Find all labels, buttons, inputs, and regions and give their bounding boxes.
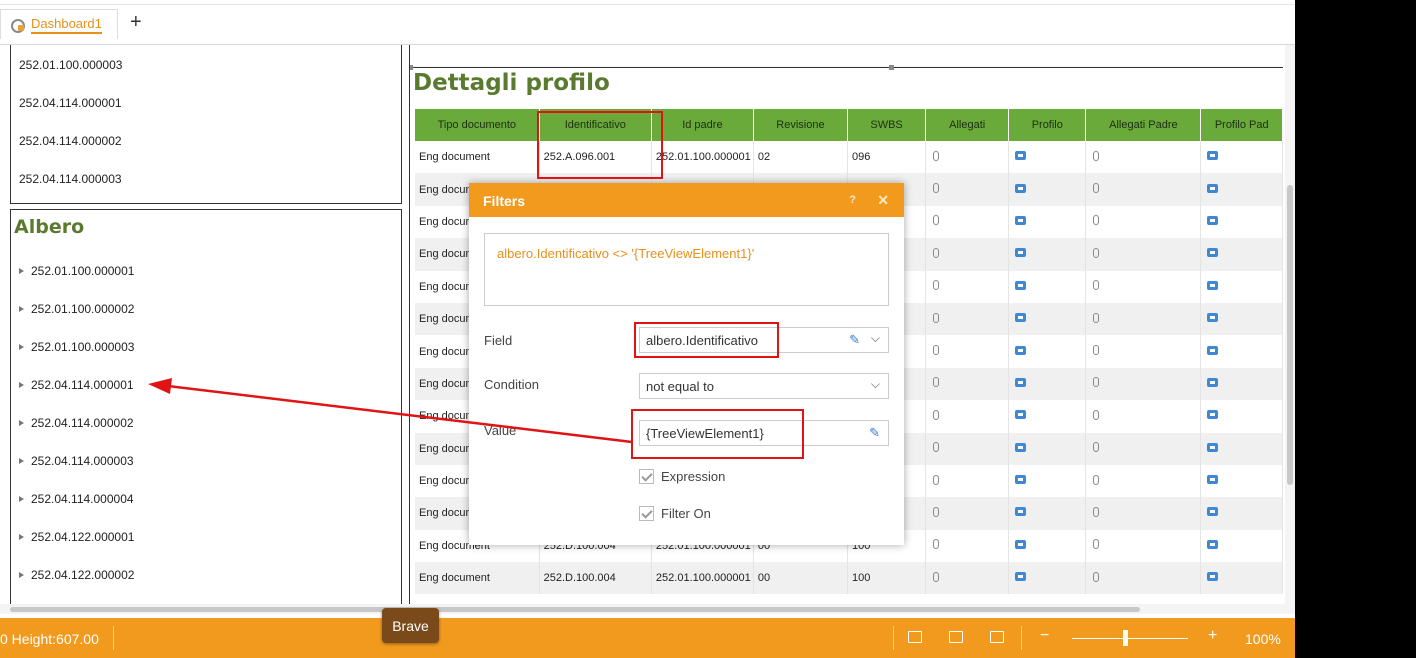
fit-width-icon[interactable]: [908, 631, 922, 643]
divider: [113, 626, 114, 650]
screen-edge: [1295, 0, 1416, 658]
designer-window: Dashboard1 + 252.01.100.000003 252.04.11…: [0, 0, 1295, 658]
height-readout: 0 Height:607.00: [0, 631, 99, 647]
taskbar-tooltip: Brave: [382, 608, 439, 643]
annotation-arrow: [148, 378, 633, 444]
zoom-out-button[interactable]: −: [1040, 627, 1049, 645]
status-bar: 0 Height:607.00 − + 100%: [0, 618, 1295, 658]
fit-height-icon[interactable]: [949, 631, 963, 643]
zoom-level: 100%: [1245, 631, 1281, 647]
zoom-slider-handle[interactable]: [1123, 630, 1128, 646]
zoom-slider[interactable]: [1072, 638, 1188, 639]
zoom-in-button[interactable]: +: [1208, 627, 1217, 645]
divider: [1021, 626, 1022, 650]
actual-size-icon[interactable]: [990, 631, 1004, 643]
divider: [893, 626, 894, 650]
